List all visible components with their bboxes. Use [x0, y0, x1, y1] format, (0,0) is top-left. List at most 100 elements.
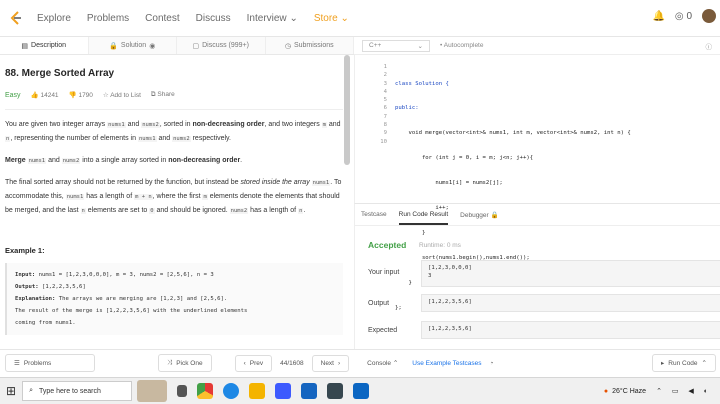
task-view-icon[interactable]	[177, 385, 188, 397]
star-icon: ☆	[102, 92, 109, 99]
bottom-toolbar: ☰ Problems ⤨ Pick One ‹ Prev 44/1608 Next › …	[0, 349, 720, 376]
code-editor[interactable]: 1 2 3 4 5 6 7 8 9 10 class Solution { pu…	[354, 55, 720, 311]
code-line: public:	[395, 105, 419, 112]
expected-label: Expected	[368, 327, 398, 334]
add-to-list-button[interactable]: ☆ Add to List	[103, 91, 141, 99]
main-nav: Explore Problems Contest Discuss Intervi…	[37, 13, 349, 24]
top-navbar: Explore Problems Contest Discuss Intervi…	[0, 0, 720, 37]
use-example-testcases-link[interactable]: Use Example Testcases	[412, 360, 481, 367]
taskbar-search-input[interactable]: ⌕ Type here to search	[22, 381, 133, 401]
text: respectively.	[190, 135, 231, 142]
example-input-label: Input:	[15, 272, 36, 278]
problems-button[interactable]: ☰ Problems	[5, 354, 95, 372]
editor-toolbar: C++ ⌄ • Autocomplete ⓘ	[354, 37, 720, 55]
text: has a length of	[248, 207, 299, 214]
text: , where the first	[152, 193, 203, 200]
windows-start-icon[interactable]: ⊞	[6, 384, 16, 398]
share-button[interactable]: ⧉ Share	[151, 91, 175, 99]
next-button[interactable]: Next ›	[311, 354, 350, 372]
system-tray-icons[interactable]: ⌃ ▭ ◀ ◐	[656, 387, 712, 395]
autocomplete-toggle[interactable]: • Autocomplete	[440, 42, 483, 49]
run-code-button[interactable]: ▸ Run Code ⌃	[652, 354, 716, 372]
chrome-icon[interactable]	[197, 383, 214, 399]
description-scrollbar[interactable]	[344, 55, 350, 165]
text: , sorted in	[159, 121, 193, 128]
example-input: nums1 = [1,2,3,0,0,0], m = 3, nums2 = [2…	[35, 272, 214, 278]
dislike-button[interactable]: 👎 1790	[69, 91, 93, 99]
nav-discuss[interactable]: Discuss	[196, 13, 231, 24]
example-heading: Example 1:	[5, 246, 45, 255]
coin-icon: ◎	[674, 10, 684, 22]
tab-submissions-label: Submissions	[293, 42, 334, 49]
like-count: 14241	[40, 92, 59, 99]
info-icon[interactable]: ⓘ	[706, 41, 713, 51]
pick-one-button[interactable]: ⤨ Pick One	[158, 354, 212, 372]
tab-testcase[interactable]: Testcase	[361, 211, 387, 225]
tab-debugger[interactable]: Debugger 🔒	[460, 211, 498, 225]
leetcode-logo-icon[interactable]	[9, 11, 23, 25]
document-icon: ▤	[21, 42, 29, 50]
like-button[interactable]: 👍 14241	[31, 91, 59, 99]
prev-button[interactable]: ‹ Prev	[234, 354, 273, 372]
mail-icon[interactable]	[301, 383, 318, 399]
code-nums1: nums1	[65, 194, 85, 200]
console-toggle[interactable]: Console ⌃	[367, 359, 398, 367]
tab-discuss[interactable]: ▢ Discuss (999+)	[177, 37, 266, 54]
edge-icon[interactable]	[223, 383, 240, 399]
example-output-line: Output: [1,2,2,3,5,6]	[15, 281, 335, 293]
bold-text: non-decreasing order	[192, 121, 265, 128]
history-icon: ◷	[284, 42, 291, 50]
description-paragraph-3: The final sorted array should not be ret…	[5, 176, 343, 218]
code-nums1: nums1	[27, 158, 47, 164]
text: has a length of	[84, 193, 135, 200]
nav-problems[interactable]: Problems	[87, 13, 129, 24]
store-icon[interactable]	[275, 383, 292, 399]
line-number: 4	[383, 88, 387, 95]
file-explorer-icon[interactable]	[249, 383, 266, 399]
expected-value: [1,2,2,3,5,6]	[421, 321, 720, 339]
plus-icon: •	[440, 42, 443, 49]
example-input-line: Input: nums1 = [1,2,3,0,0,0], m = 3, num…	[15, 269, 335, 281]
text: .	[240, 157, 243, 164]
nav-interview[interactable]: Interview ⌄	[247, 13, 298, 24]
search-placeholder: Type here to search	[38, 387, 101, 395]
code-line: void merge(vector<int>& nums1, int m, ve…	[395, 130, 631, 137]
avatar[interactable]	[702, 9, 716, 23]
search-highlight-image[interactable]	[137, 380, 168, 402]
top-right-controls: 🔔 ◎ 0	[652, 9, 720, 23]
nav-contest[interactable]: Contest	[145, 13, 179, 24]
output-value: [1,2,2,3,5,6]	[421, 294, 720, 312]
search-icon: ⌕	[29, 387, 33, 394]
tab-description[interactable]: ▤ Description	[0, 37, 89, 54]
coins[interactable]: ◎ 0	[675, 11, 692, 22]
tab-submissions[interactable]: ◷ Submissions	[266, 37, 354, 54]
code-nums2: nums2	[229, 208, 249, 214]
output-label: Output	[368, 300, 390, 307]
language-select[interactable]: C++ ⌄	[362, 39, 430, 52]
next-label: Next	[320, 359, 334, 367]
text: into a single array sorted in	[80, 157, 169, 164]
tab-run-code-result[interactable]: Run Code Result	[398, 211, 449, 225]
text: and	[326, 121, 341, 128]
line-number: 8	[383, 122, 387, 129]
help-icon[interactable]: ◔	[490, 360, 494, 367]
text: .	[303, 207, 306, 214]
your-input-value: [1,2,3,0,0,0] 3	[421, 260, 720, 287]
page-indicator: 44/1608	[280, 359, 304, 367]
line-number: 5	[383, 97, 387, 104]
nav-store[interactable]: Store ⌄	[314, 13, 349, 24]
app-icon[interactable]	[327, 383, 344, 399]
example-output: [1,2,2,3,5,6]	[38, 284, 86, 290]
language-value: C++	[369, 41, 382, 49]
nav-explore[interactable]: Explore	[37, 13, 71, 24]
notification-bell-icon[interactable]: 🔔	[652, 11, 664, 22]
example-block: Input: nums1 = [1,2,3,0,0,0], m = 3, num…	[5, 263, 343, 335]
problem-tabs: ▤ Description 🔒 Solution ◉ ▢ Discuss (999+) …	[0, 37, 354, 55]
dislike-count: 1790	[78, 92, 93, 99]
status-badge: Accepted	[368, 240, 407, 250]
tab-solution[interactable]: 🔒 Solution ◉	[89, 37, 177, 54]
vscode-icon[interactable]	[353, 383, 370, 399]
autocomplete-label: Autocomplete	[443, 42, 484, 49]
weather-text[interactable]: 26°C Haze	[612, 388, 646, 395]
description-paragraph-1: You are given two integer arrays nums1 a…	[5, 118, 343, 146]
